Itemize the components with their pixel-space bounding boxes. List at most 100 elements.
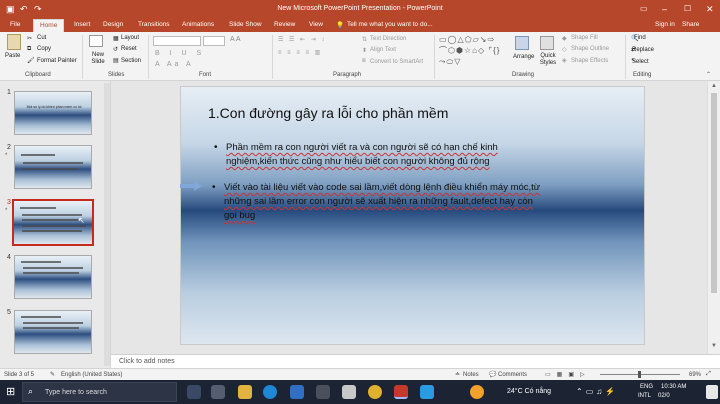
- comments-button[interactable]: Comments: [498, 372, 527, 378]
- notes-pane[interactable]: Click to add notes: [111, 354, 720, 368]
- smartart-icon[interactable]: ⧈: [362, 58, 366, 65]
- font-color-icons[interactable]: A Aa A: [155, 61, 194, 68]
- sign-in-link[interactable]: Sign in: [655, 21, 675, 28]
- bullet-2-line-2[interactable]: những sai lầm error con người sẽ xuất hi…: [224, 194, 533, 209]
- app-icon[interactable]: [342, 385, 356, 399]
- font-size-box[interactable]: [203, 36, 225, 46]
- list-icons[interactable]: ☰ ☰ ⇤ ⇥ ↕: [278, 36, 326, 43]
- slide-thumbnail-4[interactable]: [14, 255, 92, 299]
- tab-home[interactable]: Home: [33, 19, 65, 32]
- tab-transitions[interactable]: Transitions: [138, 21, 170, 28]
- weather-text[interactable]: 24°C Có nắng: [507, 388, 551, 395]
- bullet-1-line-1[interactable]: Phần mềm ra con người viết ra và con ngư…: [226, 140, 498, 155]
- arrange-button[interactable]: Arrange: [513, 54, 534, 60]
- mail-icon[interactable]: [290, 385, 304, 399]
- shape-outline-button[interactable]: Shape Outline: [571, 46, 609, 52]
- shape-effects-button[interactable]: Shape Effects: [571, 58, 608, 64]
- tab-file[interactable]: File: [10, 21, 20, 28]
- fit-slide-icon[interactable]: ⤢: [706, 371, 711, 378]
- task-view-icon[interactable]: [187, 385, 201, 399]
- tab-animations[interactable]: Animations: [182, 21, 214, 28]
- tray-icons[interactable]: ⌃▭♫⚡: [576, 387, 618, 396]
- tab-slide-show[interactable]: Slide Show: [229, 21, 262, 28]
- font-format-icons[interactable]: B I U S: [155, 50, 205, 57]
- convert-smartart-button[interactable]: Convert to SmartArt: [370, 59, 423, 65]
- align-text-button[interactable]: Align Text: [370, 47, 396, 53]
- arrange-icon[interactable]: [515, 36, 529, 50]
- grow-font-icon[interactable]: A A: [230, 36, 241, 43]
- tab-review[interactable]: Review: [274, 21, 295, 28]
- tab-view[interactable]: View: [309, 21, 323, 28]
- shape-fill-button[interactable]: Shape Fill: [571, 35, 598, 41]
- clock-date[interactable]: 02/0: [658, 393, 670, 399]
- maximize-icon[interactable]: ☐: [684, 4, 691, 13]
- text-direction-button[interactable]: Text Direction: [370, 36, 406, 42]
- paste-button[interactable]: Paste: [5, 53, 20, 59]
- shape-effects-icon[interactable]: ◈: [562, 57, 567, 64]
- zoom-slider-thumb[interactable]: [638, 371, 641, 378]
- find-button[interactable]: Find: [634, 35, 646, 41]
- collapse-ribbon-icon[interactable]: ⌃: [706, 71, 711, 78]
- new-slide-icon[interactable]: [89, 35, 103, 47]
- select-button[interactable]: Select: [632, 59, 649, 65]
- quick-styles-icon[interactable]: [540, 36, 554, 50]
- language-intl[interactable]: INTL: [638, 393, 651, 399]
- store-icon[interactable]: [316, 385, 330, 399]
- slide-thumbnail-3[interactable]: ↖: [12, 199, 94, 246]
- notes-button[interactable]: Notes: [463, 372, 479, 378]
- format-painter-button[interactable]: Format Painter: [37, 58, 77, 64]
- shapes-gallery[interactable]: ▭◯△⬠▱↘⇨ ⌒⬡⬢☆⌂◇ ⌜{}⤳⬭▽: [439, 34, 501, 67]
- view-buttons[interactable]: ▭▦▣▷: [545, 371, 591, 378]
- align-icons[interactable]: ≡ ≡ ≡ ≡ ▥: [278, 49, 322, 56]
- slide-scrollbar[interactable]: ▲ ▼: [707, 81, 720, 354]
- reset-button[interactable]: Reset: [121, 46, 137, 52]
- bullet-1-line-2[interactable]: nghiệm,kiến thức cũng như hiểu biết con …: [226, 154, 490, 169]
- text-direction-icon[interactable]: ⇅: [362, 36, 367, 43]
- clock-time[interactable]: 10:30 AM: [661, 384, 686, 390]
- quick-styles-button[interactable]: Quick Styles: [538, 53, 558, 67]
- tell-me-box[interactable]: Tell me what you want to do...: [347, 21, 433, 28]
- widgets-icon[interactable]: [211, 385, 225, 399]
- close-icon[interactable]: ✕: [706, 4, 714, 15]
- section-button[interactable]: Section: [121, 58, 141, 64]
- copy-button[interactable]: Copy: [37, 46, 51, 52]
- file-explorer-icon[interactable]: [238, 385, 252, 399]
- cut-button[interactable]: Cut: [37, 35, 46, 41]
- language-eng[interactable]: ENG: [640, 384, 653, 390]
- cut-icon[interactable]: ✂: [27, 35, 32, 42]
- zalo-icon[interactable]: [420, 385, 434, 399]
- notes-placeholder[interactable]: Click to add notes: [119, 358, 175, 365]
- share-button[interactable]: Share: [682, 21, 699, 28]
- bullet-2-line-3[interactable]: gọi bug: [224, 208, 255, 223]
- ribbon-display-icon[interactable]: ▭: [640, 4, 648, 13]
- minimize-icon[interactable]: –: [662, 4, 667, 14]
- notes-icon[interactable]: ≐: [455, 371, 460, 378]
- align-text-icon[interactable]: ⬍: [362, 47, 367, 54]
- slide-thumbnail-5[interactable]: [14, 310, 92, 354]
- reset-icon[interactable]: ↺: [113, 46, 118, 53]
- windows-start-icon[interactable]: ⊞: [6, 385, 15, 398]
- thumbnails-scrollbar[interactable]: [104, 83, 110, 366]
- bullet-2-line-1[interactable]: Viết vào tài liệu viết vào code sai lầm,…: [224, 180, 540, 195]
- slide-thumbnail-2[interactable]: [14, 145, 92, 189]
- replace-button[interactable]: Replace: [632, 47, 654, 53]
- format-painter-icon[interactable]: 🖌: [27, 57, 35, 64]
- layout-icon[interactable]: ▦: [113, 35, 119, 42]
- copy-icon[interactable]: ⧉: [27, 46, 31, 53]
- layout-button[interactable]: Layout: [121, 35, 139, 41]
- section-icon[interactable]: ▤: [113, 57, 119, 64]
- spellcheck-icon[interactable]: ✎: [50, 371, 55, 378]
- slide-title[interactable]: 1.Con đường gây ra lỗi cho phần mềm: [208, 105, 628, 121]
- taskbar-search-box[interactable]: ⌕ Type here to search: [22, 382, 177, 402]
- paste-icon[interactable]: [7, 34, 21, 50]
- new-slide-button[interactable]: New Slide: [88, 52, 108, 66]
- shape-outline-icon[interactable]: ◇: [562, 46, 567, 53]
- tab-insert[interactable]: Insert: [74, 21, 90, 28]
- powerpoint-taskbar-icon[interactable]: [394, 385, 408, 399]
- comments-icon[interactable]: 💬: [489, 371, 496, 378]
- font-name-box[interactable]: [153, 36, 201, 46]
- tab-design[interactable]: Design: [103, 21, 123, 28]
- chrome-icon[interactable]: [368, 385, 382, 399]
- shape-fill-icon[interactable]: ◆: [562, 35, 567, 42]
- edge-icon[interactable]: [263, 385, 277, 399]
